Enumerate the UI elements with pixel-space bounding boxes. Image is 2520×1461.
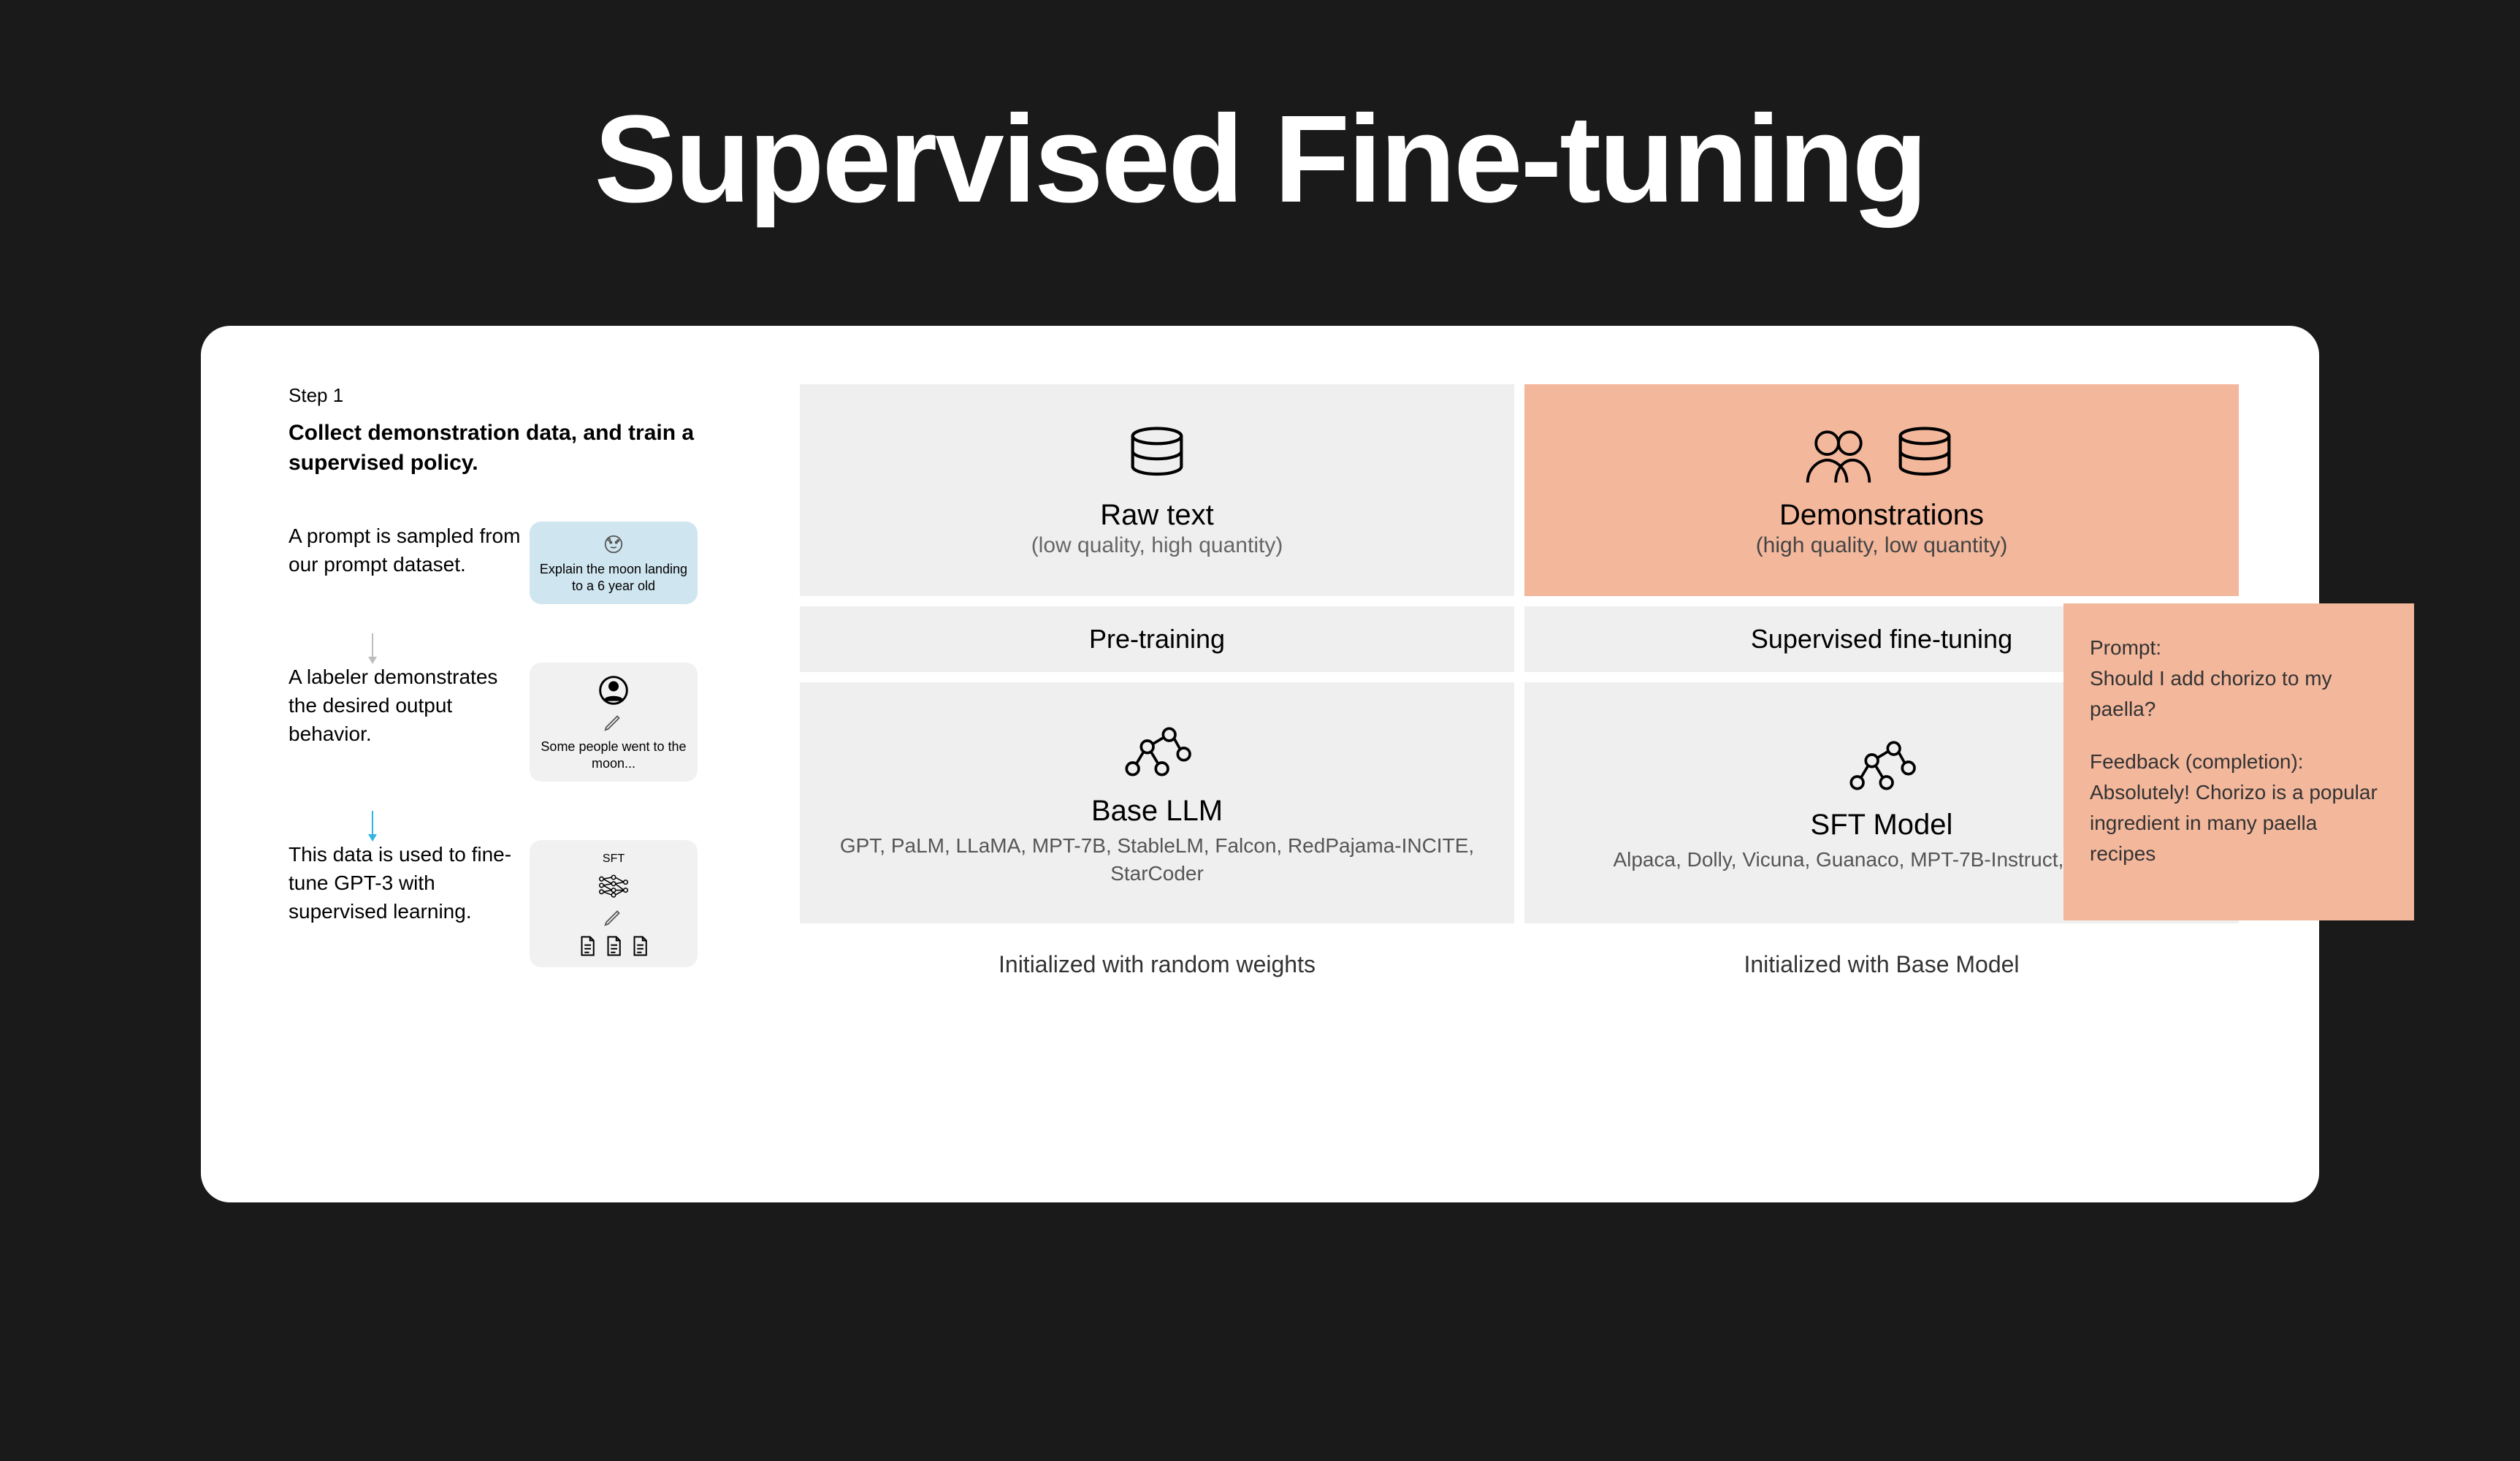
step-panel: Step 1 Collect demonstration data, and t…	[289, 384, 785, 1159]
init-note: Initialized with random weights	[999, 949, 1316, 980]
example-feedback-label: Feedback (completion):	[2090, 747, 2388, 777]
document-icon	[629, 935, 651, 957]
cell-init-right: Initialized with Base Model	[1524, 934, 2239, 992]
pencil-icon	[603, 906, 625, 928]
step-text: A labeler demonstrates the desired outpu…	[289, 663, 530, 749]
pencil-icon	[603, 711, 625, 733]
arrow-down-icon	[372, 811, 373, 840]
labeler-output-text: Some people went to the moon...	[537, 739, 690, 771]
step-row-train: This data is used to fine-tune GPT-3 wit…	[289, 840, 785, 967]
labeler-box: Some people went to the moon...	[530, 663, 698, 782]
prompt-example-box: Explain the moon landing to a 6 year old	[530, 522, 698, 604]
network-graph-icon	[1120, 719, 1194, 785]
cell-label: Pre-training	[1089, 624, 1225, 655]
document-icon	[576, 935, 598, 957]
step-row-labeler: A labeler demonstrates the desired outpu…	[289, 663, 785, 782]
example-prompt: Prompt: Should I add chorizo to my paell…	[2090, 633, 2388, 725]
cell-body: GPT, PaLM, LLaMA, MPT-7B, StableLM, Falc…	[829, 832, 1485, 888]
slide-title: Supervised Fine-tuning	[594, 88, 1925, 231]
step-row-prompt: A prompt is sampled from our prompt data…	[289, 522, 785, 604]
example-prompt-text: Should I add chorizo to my paella?	[2090, 667, 2332, 720]
example-prompt-label: Prompt:	[2090, 633, 2388, 663]
prompt-example-text: Explain the moon landing to a 6 year old	[537, 561, 690, 594]
cell-subtitle: (low quality, high quantity)	[1031, 533, 1283, 558]
document-icon	[603, 935, 625, 957]
cell-title: Base LLM	[1091, 795, 1223, 828]
network-graph-icon	[1845, 733, 1918, 798]
people-icon	[1802, 423, 1875, 489]
sft-small-label: SFT	[603, 852, 625, 866]
init-note: Initialized with Base Model	[1744, 949, 2019, 980]
step-illustration: Some people went to the moon...	[530, 663, 698, 782]
step-text: This data is used to fine-tune GPT-3 wit…	[289, 840, 530, 926]
cell-pretraining-label: Pre-training	[800, 606, 1514, 672]
slide: Supervised Fine-tuning Step 1 Collect de…	[0, 0, 2520, 1461]
cell-label: Supervised fine-tuning	[1751, 624, 2012, 655]
cell-title: Demonstrations	[1779, 499, 1984, 532]
cell-base-llm: Base LLM GPT, PaLM, LLaMA, MPT-7B, Stabl…	[800, 682, 1514, 923]
content-card: Step 1 Collect demonstration data, and t…	[201, 326, 2319, 1202]
arrow-down-icon	[372, 633, 373, 663]
neural-net-icon	[597, 869, 630, 901]
cell-title: Raw text	[1100, 499, 1214, 532]
cell-subtitle: (high quality, low quantity)	[1756, 533, 2008, 558]
cell-raw-text: Raw text (low quality, high quantity)	[800, 384, 1514, 596]
moon-face-icon	[603, 533, 625, 555]
documents-row	[576, 935, 651, 957]
person-icon	[597, 674, 630, 706]
example-callout: Prompt: Should I add chorizo to my paell…	[2063, 603, 2414, 920]
cell-demonstrations: Demonstrations (high quality, low quanti…	[1524, 384, 2239, 596]
step-headline: Collect demonstration data, and train a …	[289, 419, 785, 478]
sft-box: SFT	[530, 840, 698, 967]
icon-row	[1802, 423, 1961, 489]
comparison-grid: Raw text (low quality, high quantity) De…	[800, 384, 2239, 1159]
database-icon	[1888, 423, 1961, 489]
cell-init-left: Initialized with random weights	[800, 934, 1514, 992]
example-feedback-text: Absolutely! Chorizo is a popular ingredi…	[2090, 781, 2378, 865]
step-illustration: Explain the moon landing to a 6 year old	[530, 522, 698, 604]
cell-title: SFT Model	[1811, 809, 1953, 842]
database-icon	[1120, 423, 1194, 489]
step-label: Step 1	[289, 384, 785, 407]
step-illustration: SFT	[530, 840, 698, 967]
step-text: A prompt is sampled from our prompt data…	[289, 522, 530, 579]
example-feedback: Feedback (completion): Absolutely! Chori…	[2090, 747, 2388, 869]
